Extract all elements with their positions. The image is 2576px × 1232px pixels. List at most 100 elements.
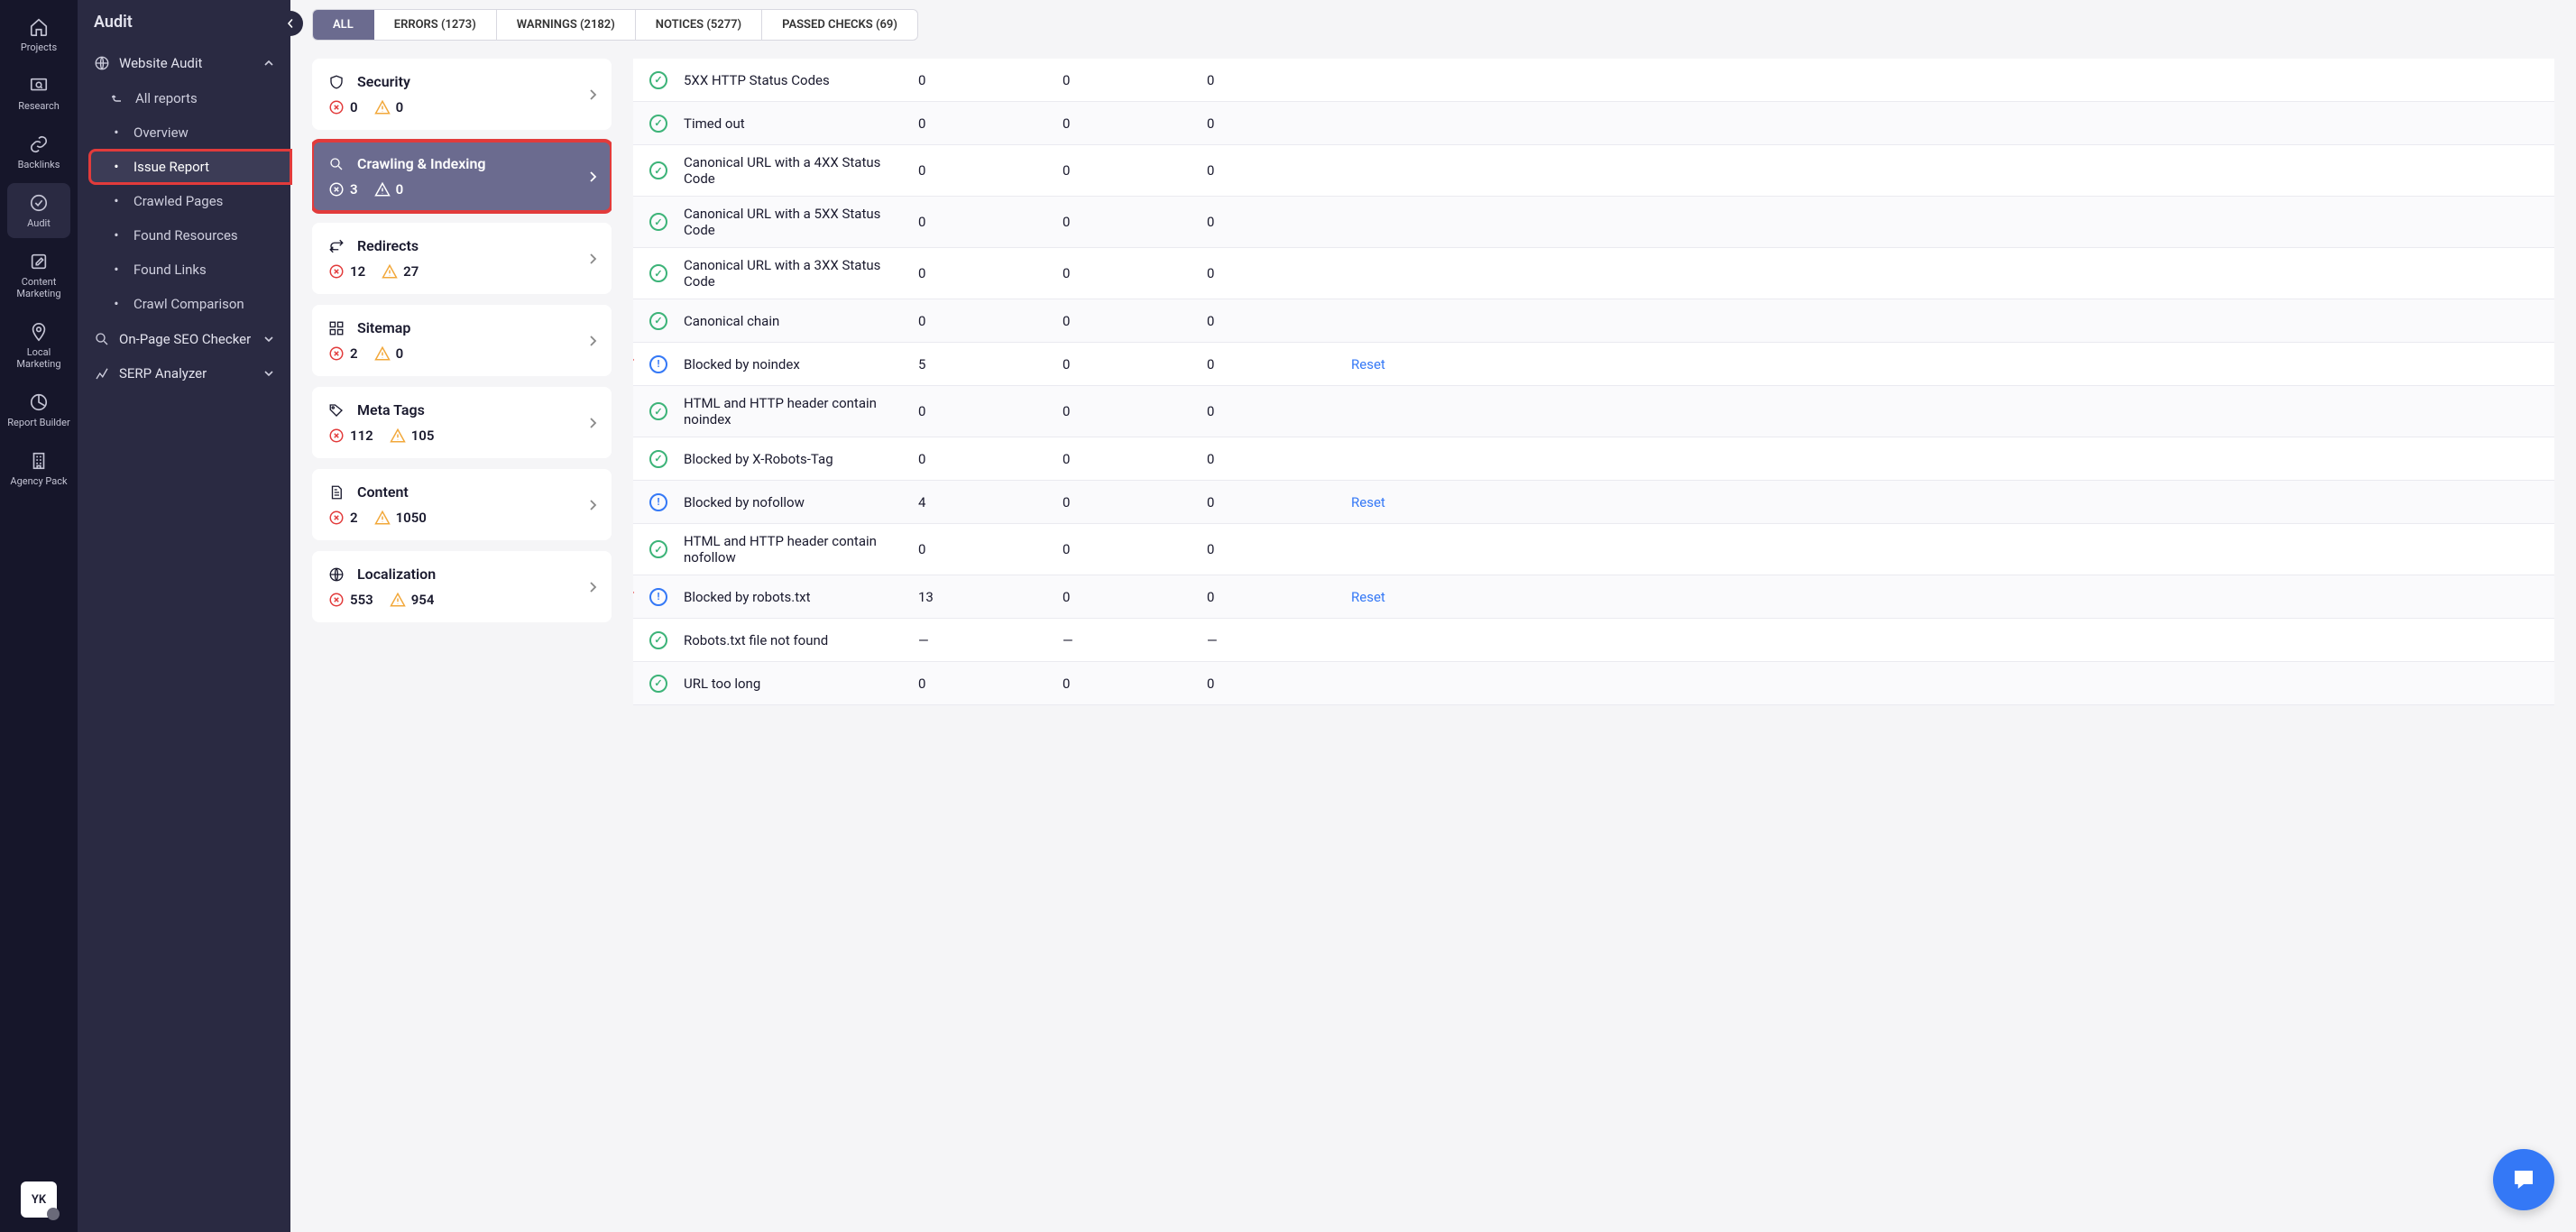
table-row[interactable]: ✓Canonical URL with a 5XX Status Code000 [633,197,2554,248]
nav-item-found-resources[interactable]: •Found Resources [90,219,290,252]
nav-section-label: SERP Analyzer [119,365,207,382]
rail-item-research[interactable]: Research [7,66,70,121]
rail-item-local-marketing[interactable]: Local Marketing [7,312,70,379]
rail-label: Research [18,100,60,112]
globe-icon [94,55,110,71]
nav-collapse-button[interactable] [278,11,303,36]
table-row[interactable]: ✓Canonical URL with a 3XX Status Code000 [633,248,2554,299]
chevron-down-icon [263,368,274,379]
col-value-3: 0 [1207,313,1351,329]
issue-name: Blocked by robots.txt [684,589,918,605]
col-value-2: 0 [1063,265,1207,281]
col-value-2: 0 [1063,403,1207,419]
col-value-3: 0 [1207,115,1351,132]
category-name: Redirects [357,237,419,254]
warning-icon [390,428,406,444]
nav-item-label: Overview [133,124,189,141]
warning-count: 105 [411,428,435,444]
user-avatar[interactable]: YK [21,1181,57,1218]
table-row[interactable]: ✓Timed out000 [633,102,2554,145]
nav-item-issue-report[interactable]: •Issue Report [90,151,290,183]
col-value-2: 0 [1063,313,1207,329]
monitor-icon [28,75,50,97]
col-value-2: 0 [1063,589,1207,605]
tab-notices[interactable]: NOTICES (5277) [636,10,762,40]
table-row[interactable]: ✓URL too long000 [633,662,2554,705]
issue-name: Blocked by nofollow [684,494,918,510]
category-name: Sitemap [357,319,410,336]
category-meta-tags[interactable]: Meta Tags112105 [312,387,612,458]
issue-name: Canonical URL with a 4XX Status Code [684,154,918,187]
check-icon: ✓ [649,450,667,468]
col-value-1: 0 [918,265,1063,281]
table-row[interactable]: ✓Canonical chain000 [633,299,2554,343]
tab-warnings[interactable]: WARNINGS (2182) [497,10,636,40]
search-icon [94,331,110,347]
rail-item-agency-pack[interactable]: Agency Pack [7,441,70,496]
nav-item-crawled-pages[interactable]: •Crawled Pages [90,185,290,217]
nav-item-crawl-comparison[interactable]: •Crawl Comparison [90,288,290,320]
table-row[interactable]: !Blocked by noindex500Reset [633,343,2554,386]
warning-icon [390,592,406,608]
tab-all[interactable]: ALL [313,10,374,40]
tag-icon [328,402,345,418]
issue-name: URL too long [684,676,918,692]
search-icon [328,156,345,172]
edit-icon [28,251,50,272]
table-row[interactable]: !Blocked by nofollow400Reset [633,481,2554,524]
col-value-1: 5 [918,356,1063,372]
table-row[interactable]: ✓Canonical URL with a 4XX Status Code000 [633,145,2554,197]
table-row[interactable]: !Blocked by robots.txt1300Reset [633,575,2554,619]
chevron-up-icon [263,58,274,69]
error-count: 2 [350,510,358,526]
redirect-icon [328,238,345,254]
nav-section-on-page-seo-checker[interactable]: On-Page SEO Checker [78,322,290,356]
category-security[interactable]: Security00 [312,59,612,130]
col-value-3: 0 [1207,451,1351,467]
reset-link[interactable]: Reset [1351,356,1385,372]
table-row[interactable]: ✓Blocked by X-Robots-Tag000 [633,437,2554,481]
pie-icon [28,391,50,413]
nav-item-found-links[interactable]: •Found Links [90,253,290,286]
col-value-3: 0 [1207,494,1351,510]
error-count: 112 [350,428,373,444]
error-icon [328,345,345,362]
table-row[interactable]: ✓HTML and HTTP header contain nofollow00… [633,524,2554,575]
nav-item-all-reports[interactable]: All reports [90,82,290,115]
nav-section-serp-analyzer[interactable]: SERP Analyzer [78,356,290,391]
nav-item-overview[interactable]: •Overview [90,116,290,149]
rail-item-report-builder[interactable]: Report Builder [7,382,70,437]
nav-section-website-audit[interactable]: Website Audit [78,46,290,80]
rail-label: Local Marketing [7,346,70,370]
warning-count: 27 [403,263,419,280]
notice-icon: ! [649,355,667,373]
rail-item-backlinks[interactable]: Backlinks [7,124,70,179]
error-icon [328,181,345,198]
reset-link[interactable]: Reset [1351,494,1385,510]
category-content[interactable]: Content21050 [312,469,612,540]
error-icon [328,99,345,115]
tab-passed[interactable]: PASSED CHECKS (69) [762,10,917,40]
category-crawling-indexing[interactable]: Crawling & Indexing30 [312,141,612,212]
chat-button[interactable] [2493,1149,2554,1210]
category-localization[interactable]: Localization553954 [312,551,612,622]
notice-icon: ! [649,588,667,606]
doc-icon [328,484,345,501]
rail-item-audit[interactable]: Audit [7,183,70,238]
rail-item-projects[interactable]: Projects [7,7,70,62]
check-icon: ✓ [649,213,667,231]
category-redirects[interactable]: Redirects1227 [312,223,612,294]
chevron-right-icon [588,417,597,429]
check-icon: ✓ [649,71,667,89]
rail-item-content-marketing[interactable]: Content Marketing [7,242,70,308]
table-row[interactable]: ✓Robots.txt file not found——— [633,619,2554,662]
tab-errors[interactable]: ERRORS (1273) [374,10,497,40]
col-value-1: 0 [918,541,1063,557]
error-icon [328,428,345,444]
reset-link[interactable]: Reset [1351,589,1385,605]
table-row[interactable]: ✓HTML and HTTP header contain noindex000 [633,386,2554,437]
category-name: Crawling & Indexing [357,155,486,172]
table-row[interactable]: ✓5XX HTTP Status Codes000 [633,59,2554,102]
nav-section-label: Website Audit [119,55,202,71]
category-sitemap[interactable]: Sitemap20 [312,305,612,376]
